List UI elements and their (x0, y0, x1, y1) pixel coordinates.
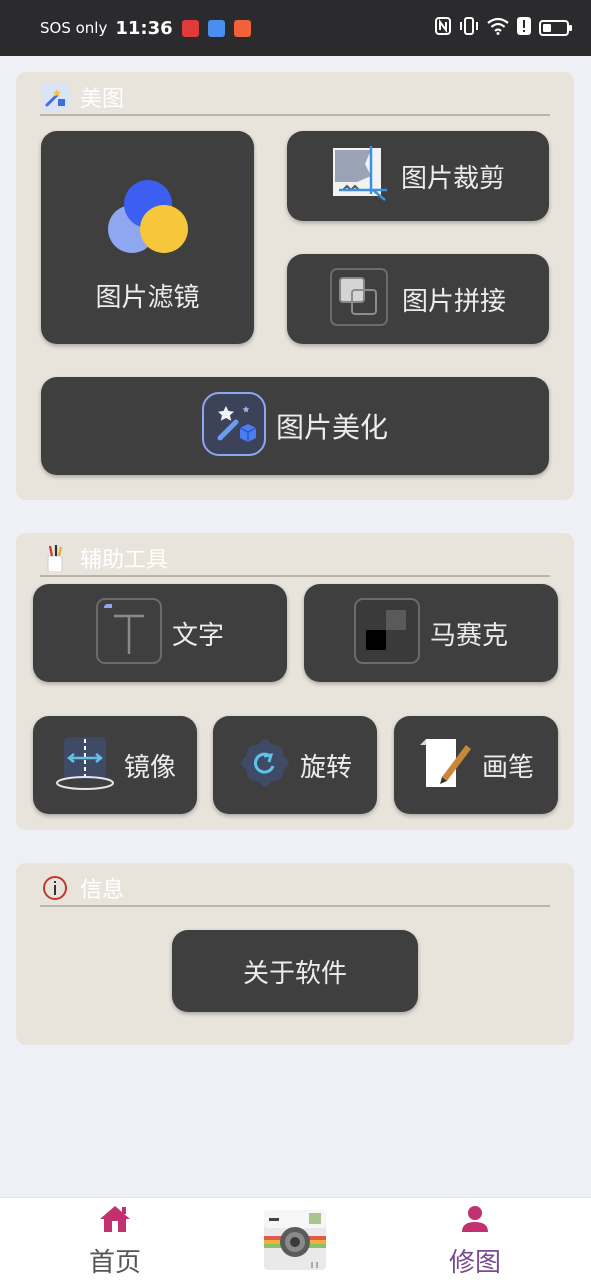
text-button[interactable]: 文字 (33, 584, 287, 682)
status-bar: SOS only 11:36 (0, 0, 591, 56)
crop-button[interactable]: 图片裁剪 (287, 131, 549, 221)
beautify-button[interactable]: 图片美化 (41, 377, 549, 475)
filter-button[interactable]: 图片滤镜 (41, 131, 254, 344)
brush-button[interactable]: 画笔 (394, 716, 558, 814)
beautify-panel: 美图 图片滤镜 图片裁剪 图片拼接 图片美化 (16, 72, 574, 500)
notification-download-icon (233, 19, 251, 37)
tools-panel: 辅助工具 文字 马赛克 镜像 旋转 画笔 (16, 533, 574, 830)
rotate-button[interactable]: 旋转 (213, 716, 377, 814)
magic-wand-icon (201, 392, 266, 460)
beautify-label: 图片美化 (275, 411, 388, 444)
stitch-button[interactable]: 图片拼接 (287, 254, 549, 344)
user-icon (460, 1204, 490, 1238)
mirror-label: 镜像 (123, 752, 176, 783)
mosaic-button[interactable]: 马赛克 (304, 584, 558, 682)
about-label: 关于软件 (242, 958, 347, 989)
filter-label: 图片滤镜 (95, 283, 200, 313)
nav-home-label: 首页 (88, 1248, 141, 1278)
beautify-title: 美图 (80, 87, 125, 112)
wifi-icon (487, 17, 509, 39)
info-icon (40, 873, 70, 903)
mosaic-label: 马赛克 (429, 620, 508, 651)
notification-mail-icon (207, 19, 225, 37)
nfc-icon (435, 17, 451, 39)
beautify-header: 美图 (40, 80, 550, 116)
status-left: SOS only 11:36 (40, 18, 251, 39)
brush-cup-icon (40, 543, 70, 573)
filter-circles-icon (106, 179, 190, 263)
bottom-nav: 首页 修图 (0, 1197, 591, 1280)
text-icon (95, 598, 162, 668)
info-header: 信息 (40, 871, 550, 907)
rotate-label: 旋转 (299, 752, 352, 783)
tools-header: 辅助工具 (40, 541, 550, 577)
nav-edit-label: 修图 (448, 1248, 501, 1278)
nav-camera[interactable] (235, 1198, 355, 1280)
clock: 11:36 (115, 17, 173, 39)
stitch-label: 图片拼接 (401, 286, 506, 317)
crop-icon (331, 146, 387, 206)
info-panel: 信息 关于软件 (16, 863, 574, 1045)
mirror-icon (54, 735, 116, 795)
carrier-text: SOS only (40, 19, 108, 37)
camera-icon (263, 1208, 327, 1276)
pencil-paper-icon (418, 735, 474, 795)
nav-home[interactable]: 首页 (55, 1198, 175, 1280)
mirror-button[interactable]: 镜像 (33, 716, 197, 814)
app-screen: SOS only 11:36 美图 图片滤镜 图片裁剪 图片拼接 图片美化 辅助… (0, 0, 591, 1280)
rotate-icon (238, 736, 292, 794)
text-label: 文字 (171, 620, 224, 651)
vibrate-icon (459, 17, 479, 39)
nav-edit[interactable]: 修图 (415, 1198, 535, 1280)
home-icon (98, 1204, 132, 1238)
tools-title: 辅助工具 (80, 548, 169, 573)
crop-label: 图片裁剪 (400, 163, 505, 194)
battery-icon (539, 20, 572, 36)
notification-app-icon (181, 19, 199, 37)
magic-wand-icon (40, 82, 70, 112)
about-button[interactable]: 关于软件 (172, 930, 418, 1012)
status-right (435, 17, 572, 39)
alert-icon (517, 17, 531, 39)
brush-label: 画笔 (481, 752, 534, 783)
mosaic-icon (353, 598, 420, 668)
stitch-icon (329, 268, 388, 330)
info-title: 信息 (80, 878, 125, 903)
